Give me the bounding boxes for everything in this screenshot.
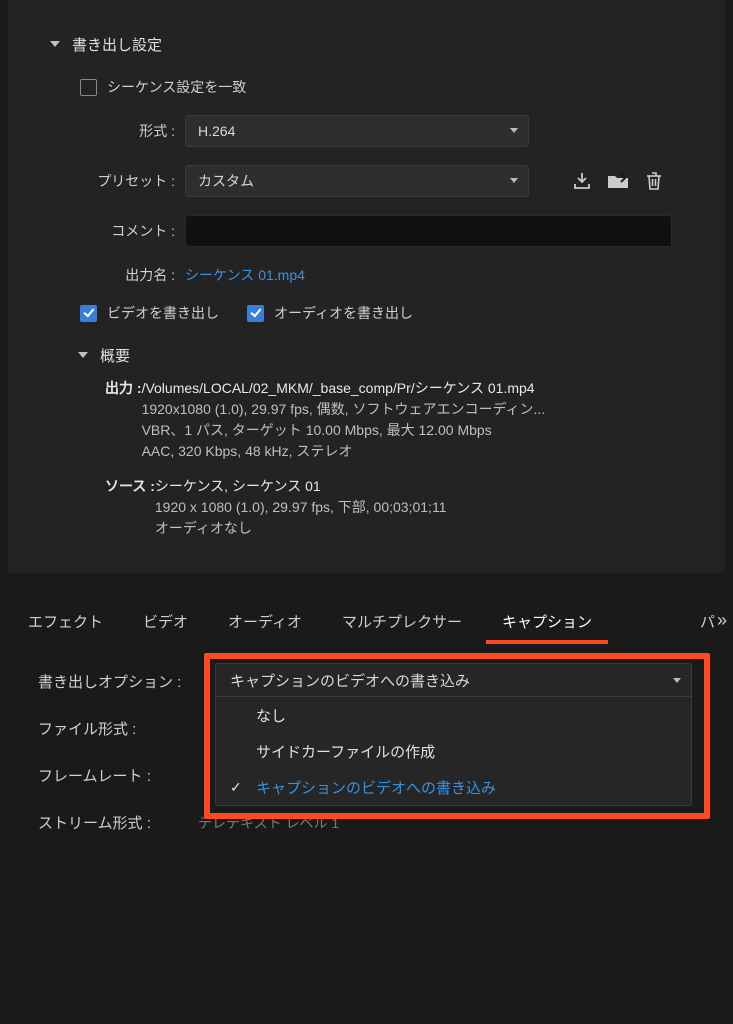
- output-name-row: 出力名 : シーケンス 01.mp4: [80, 265, 697, 285]
- summary-block: 出力 /Volumes/LOCAL/02_MKM/_base_comp/Pr/シ…: [105, 378, 697, 539]
- export-settings-header[interactable]: 書き出し設定: [50, 34, 697, 55]
- trash-icon[interactable]: [641, 169, 667, 193]
- export-option-label: 書き出しオプション: [38, 671, 198, 692]
- dropdown-item-none[interactable]: なし: [216, 697, 691, 733]
- format-label: 形式 :: [80, 121, 175, 141]
- tab-video[interactable]: ビデオ: [123, 603, 208, 640]
- match-sequence-row: シーケンス設定を一致: [80, 77, 697, 97]
- preset-label: プリセット :: [80, 171, 175, 191]
- import-preset-icon[interactable]: [605, 169, 631, 193]
- comment-row: コメント :: [80, 215, 697, 247]
- comment-label: コメント :: [80, 221, 175, 241]
- chevron-down-icon: [78, 352, 88, 358]
- format-row: 形式 : H.264: [80, 115, 697, 147]
- frame-rate-label: フレームレート: [38, 765, 198, 786]
- tab-captions[interactable]: キャプション: [482, 603, 612, 640]
- export-video-checkbox[interactable]: [80, 305, 97, 322]
- format-select[interactable]: H.264: [185, 115, 529, 147]
- export-settings-panel: 書き出し設定 シーケンス設定を一致 形式 : H.264 プリセット : カスタ…: [8, 0, 725, 573]
- export-toggles: ビデオを書き出し オーディオを書き出し: [80, 303, 697, 323]
- tab-effects[interactable]: エフェクト: [8, 603, 123, 640]
- summary-header[interactable]: 概要: [78, 345, 697, 366]
- caption-panel: 書き出しオプション ファイル形式 フレームレート ストリーム形式 テレテキスト …: [0, 641, 733, 899]
- tab-multiplexer[interactable]: マルチプレクサー: [322, 603, 482, 640]
- dropdown-item-sidecar[interactable]: サイドカーファイルの作成: [216, 733, 691, 769]
- stream-format-label: ストリーム形式: [38, 812, 198, 833]
- export-video-toggle[interactable]: ビデオを書き出し: [80, 303, 219, 323]
- output-name-link[interactable]: シーケンス 01.mp4: [185, 265, 305, 285]
- save-preset-icon[interactable]: [569, 169, 595, 193]
- tab-audio[interactable]: オーディオ: [208, 603, 322, 640]
- chevron-down-icon: [50, 41, 60, 47]
- summary-source: ソース シーケンス, シーケンス 01 1920 x 1080 (1.0), 2…: [105, 476, 697, 539]
- summary-title: 概要: [100, 345, 130, 366]
- summary-output: 出力 /Volumes/LOCAL/02_MKM/_base_comp/Pr/シ…: [105, 378, 697, 462]
- settings-tabs: エフェクト ビデオ オーディオ マルチプレクサー キャプション パ»: [0, 601, 733, 641]
- tabs-overflow[interactable]: パ»: [700, 611, 725, 632]
- chevron-down-icon: [673, 678, 681, 683]
- chevron-down-icon: [510, 128, 518, 133]
- section-title: 書き出し設定: [72, 34, 162, 55]
- match-sequence-label: シーケンス設定を一致: [107, 77, 246, 97]
- dropdown-header[interactable]: キャプションのビデオへの書き込み: [216, 664, 691, 697]
- preset-row: プリセット : カスタム: [80, 165, 697, 197]
- dropdown-item-burn-in[interactable]: キャプションのビデオへの書き込み: [216, 769, 691, 805]
- export-audio-toggle[interactable]: オーディオを書き出し: [247, 303, 413, 323]
- file-format-label: ファイル形式: [38, 718, 198, 739]
- preset-select[interactable]: カスタム: [185, 165, 529, 197]
- export-option-dropdown[interactable]: キャプションのビデオへの書き込み なし サイドカーファイルの作成 キャプションの…: [215, 663, 692, 806]
- comment-input[interactable]: [185, 215, 672, 247]
- stream-format-row: ストリーム形式 テレテキスト レベル 1: [38, 812, 695, 833]
- double-chevron-right-icon: »: [717, 610, 725, 631]
- match-sequence-checkbox[interactable]: [80, 79, 97, 96]
- chevron-down-icon: [510, 178, 518, 183]
- stream-format-value: テレテキスト レベル 1: [198, 813, 339, 833]
- export-audio-checkbox[interactable]: [247, 305, 264, 322]
- output-name-label: 出力名 :: [80, 265, 175, 285]
